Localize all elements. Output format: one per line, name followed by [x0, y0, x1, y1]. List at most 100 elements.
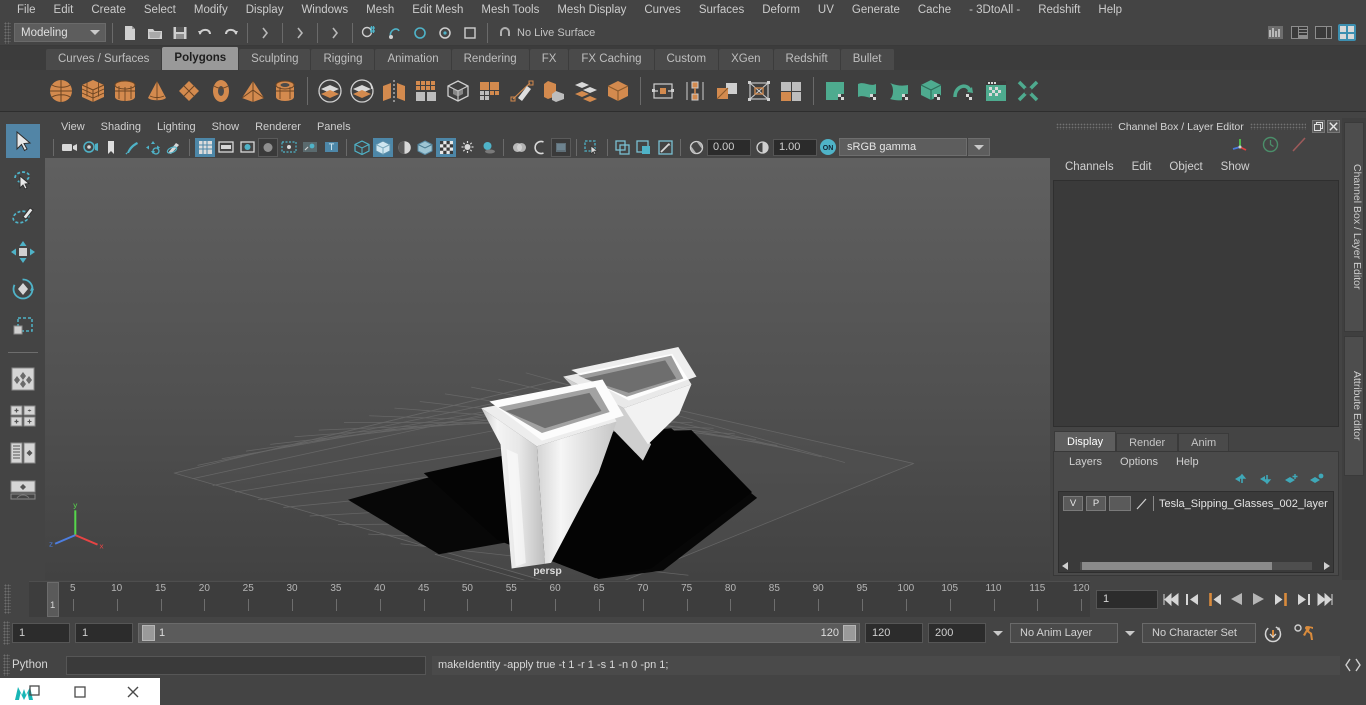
shelf-tab-xgen[interactable]: XGen [719, 49, 774, 70]
script-editor-icon[interactable] [1344, 656, 1362, 674]
clock-icon[interactable] [1262, 136, 1279, 156]
command-language-label[interactable]: Python [12, 659, 60, 671]
light-icon[interactable] [457, 138, 477, 157]
uv-planar-icon[interactable] [853, 74, 883, 108]
viewport-menu-view[interactable]: View [53, 121, 93, 133]
booleans-icon[interactable] [443, 74, 473, 108]
menu-item-modify[interactable]: Modify [185, 0, 237, 20]
panel-zoom-icon[interactable] [634, 138, 654, 157]
menu-item-edit-mesh[interactable]: Edit Mesh [403, 0, 472, 20]
shelf-tab-curves-surfaces[interactable]: Curves / Surfaces [46, 49, 163, 70]
snap-to-curve-icon[interactable] [384, 22, 406, 44]
display-layer-icon[interactable] [613, 138, 633, 157]
layer-menu-layers[interactable]: Layers [1060, 456, 1111, 468]
select-by-object-icon[interactable] [289, 22, 311, 44]
time-slider[interactable]: 1 5 10 15 20 25 30 35 40 45 50 55 60 65 70 75 80 85 90 95 1… [29, 581, 1090, 617]
menu-item-help[interactable]: Help [1089, 0, 1131, 20]
xray-joints-icon[interactable] [300, 138, 320, 157]
range-end-field[interactable]: 120 [865, 623, 923, 643]
restore-icon[interactable] [1312, 120, 1325, 133]
poly-pipe-icon[interactable] [270, 74, 300, 108]
viewport-menu-panels[interactable]: Panels [309, 121, 359, 133]
shelf-tab-redshift[interactable]: Redshift [773, 49, 841, 70]
color-space-selector[interactable]: sRGB gamma [839, 138, 967, 156]
move-layer-up-icon[interactable] [1234, 473, 1249, 488]
channel-menu-show[interactable]: Show [1212, 161, 1259, 173]
smooth-shade-icon[interactable] [373, 137, 393, 157]
multi-cut-icon[interactable] [475, 74, 505, 108]
uv-spherical-icon[interactable] [917, 74, 947, 108]
layout-persp-outliner-icon[interactable] [6, 436, 40, 470]
bridge-icon[interactable] [603, 74, 633, 108]
texture-toggle-icon[interactable]: T [321, 138, 341, 157]
channel-menu-object[interactable]: Object [1160, 161, 1211, 173]
shelf-tab-animation[interactable]: Animation [375, 49, 452, 70]
scroll-left-icon[interactable] [1061, 561, 1070, 570]
wireframe-on-shaded-icon[interactable] [415, 138, 435, 157]
quad-draw-icon[interactable] [744, 74, 774, 108]
connect-icon[interactable] [680, 74, 710, 108]
extrude-icon[interactable] [539, 74, 569, 108]
layout-hypergraph-icon[interactable] [6, 473, 40, 507]
shelf-tab-sculpting[interactable]: Sculpting [239, 49, 312, 70]
step-back-keyframe-icon[interactable] [1183, 589, 1202, 609]
menu-item-mesh[interactable]: Mesh [357, 0, 403, 20]
select-tool[interactable] [5, 124, 40, 158]
scroll-thumb[interactable] [1082, 561, 1273, 570]
layer-menu-options[interactable]: Options [1111, 456, 1167, 468]
combine-icon[interactable] [315, 74, 345, 108]
vtab-channel-box-layer-editor[interactable]: Channel Box / Layer Editor [1344, 122, 1364, 332]
poly-tools-icon[interactable] [776, 74, 806, 108]
menu-item-mesh-tools[interactable]: Mesh Tools [472, 0, 548, 20]
menu-item-cache[interactable]: Cache [909, 0, 960, 20]
xray-icon[interactable] [279, 138, 299, 157]
character-set-chevron-down-icon[interactable] [1123, 623, 1137, 643]
close-icon[interactable] [1327, 120, 1340, 133]
show-hide-attribute-editor-icon[interactable] [1288, 22, 1310, 44]
layer-menu-help[interactable]: Help [1167, 456, 1208, 468]
current-frame-field[interactable]: 1 [1096, 589, 1158, 609]
shelf-tab-fx-caching[interactable]: FX Caching [569, 49, 655, 70]
gate-mask-icon[interactable] [258, 137, 278, 157]
pencil-icon[interactable] [1291, 136, 1308, 156]
show-hide-channel-box-icon[interactable] [1312, 22, 1334, 44]
scroll-track[interactable] [1080, 561, 1312, 570]
layer-visibility-toggle[interactable]: V [1063, 496, 1083, 511]
shelf-tab-bullet[interactable]: Bullet [840, 49, 895, 70]
menu-item-redshift[interactable]: Redshift [1029, 0, 1089, 20]
tab-display[interactable]: Display [1054, 431, 1117, 451]
menu-set-selector[interactable]: Modeling [14, 23, 106, 42]
range-start-field[interactable]: 1 [75, 623, 133, 643]
bevel-icon[interactable] [571, 74, 601, 108]
vtab-attribute-editor[interactable]: Attribute Editor [1344, 336, 1364, 476]
anim-layer-chevron-down-icon[interactable] [991, 623, 1005, 643]
layer-name[interactable]: Tesla_Sipping_Glasses_002_layer [1159, 498, 1328, 510]
channel-menu-edit[interactable]: Edit [1123, 161, 1161, 173]
range-slider-left-handle[interactable] [142, 625, 155, 641]
redo-icon[interactable] [219, 22, 241, 44]
live-surface-status[interactable]: No Live Surface [494, 23, 603, 43]
new-scene-icon[interactable] [119, 22, 141, 44]
layer-display-type-toggle[interactable] [1109, 496, 1131, 511]
menu-item-create[interactable]: Create [82, 0, 135, 20]
crease-icon[interactable] [712, 74, 742, 108]
new-layer-icon[interactable] [1284, 473, 1299, 488]
layer-list[interactable]: V P Tesla_Sipping_Glasses_002_layer [1058, 491, 1334, 573]
snap-to-view-plane-icon[interactable] [459, 22, 481, 44]
layer-playback-toggle[interactable]: P [1086, 496, 1106, 511]
menu-item-generate[interactable]: Generate [843, 0, 909, 20]
uv-cylindrical-icon[interactable] [885, 74, 915, 108]
go-to-start-icon[interactable] [1161, 589, 1180, 609]
animation-preferences-icon[interactable] [1290, 623, 1318, 643]
range-bar-grip[interactable] [3, 621, 10, 645]
tab-render[interactable]: Render [1116, 433, 1179, 451]
exposure-field[interactable]: 0.00 [707, 138, 751, 156]
shelf-tab-rigging[interactable]: Rigging [311, 49, 376, 70]
menu-item-3dtoall[interactable]: - 3DtoAll - [960, 0, 1029, 20]
go-to-end-icon[interactable] [1315, 589, 1334, 609]
menu-item-select[interactable]: Select [135, 0, 185, 20]
range-slider-right-handle[interactable] [843, 625, 856, 641]
workspace-selector-icon[interactable] [1336, 22, 1358, 44]
shelf-tab-polygons[interactable]: Polygons [162, 47, 240, 70]
poly-pyramid-icon[interactable] [238, 74, 268, 108]
